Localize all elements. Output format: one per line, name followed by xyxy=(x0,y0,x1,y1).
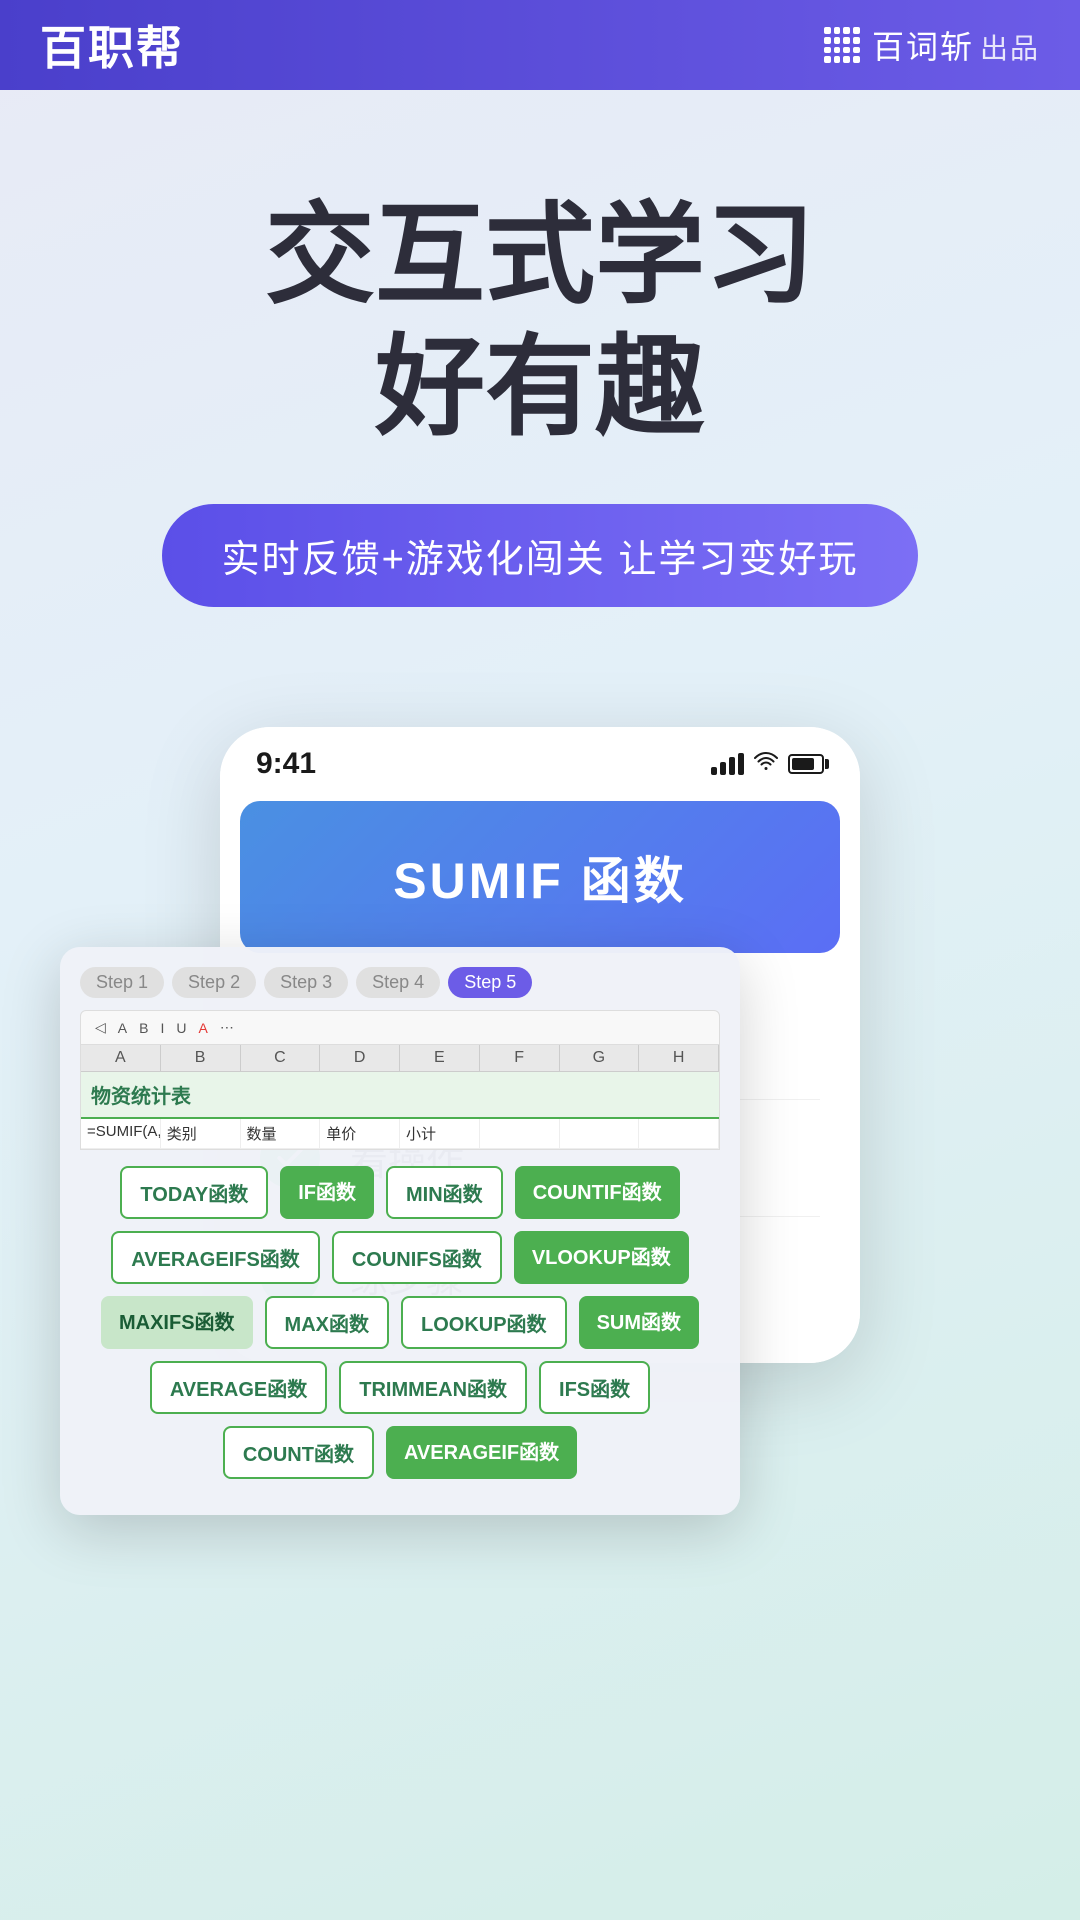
func-average: AVERAGE函数 xyxy=(150,1361,327,1414)
col-e: E xyxy=(400,1045,480,1071)
col-h: H xyxy=(639,1045,719,1071)
cell-a1: =SUMIF(A,A,A,A) xyxy=(81,1119,161,1148)
phone-status-icons xyxy=(711,751,824,777)
mockup-area: 9:41 SUMIF 函数 xyxy=(90,727,990,1627)
cell-h1 xyxy=(639,1119,719,1148)
excel-overlay-card: Step 1 Step 2 Step 3 Step 4 Step 5 ◁ A B… xyxy=(60,947,740,1515)
brand-name: 百词斩出品 xyxy=(872,22,1040,68)
cell-c1: 数量 xyxy=(241,1119,321,1148)
func-maxifs: MAXIFS函数 xyxy=(101,1296,253,1349)
cell-b1: 类别 xyxy=(161,1119,241,1148)
toolbar-font: A xyxy=(114,1018,131,1038)
func-if: IF函数 xyxy=(280,1166,374,1219)
hero-badge: 实时反馈+游戏化闯关 让学习变好玩 xyxy=(162,504,919,607)
func-lookup: LOOKUP函数 xyxy=(401,1296,567,1349)
func-averageifs: AVERAGEIFS函数 xyxy=(111,1231,320,1284)
excel-column-headers: A B C D E F G H xyxy=(81,1045,719,1072)
baicizhan-grid-icon xyxy=(824,27,860,63)
excel-row-1: =SUMIF(A,A,A,A) 类别 数量 单价 小计 xyxy=(81,1119,719,1149)
toolbar-back-btn: ◁ xyxy=(91,1017,110,1038)
phone-banner-text: SUMIF 函数 xyxy=(270,841,810,913)
phone-status-bar: 9:41 xyxy=(220,727,860,791)
cell-g1 xyxy=(560,1119,640,1148)
cell-f1 xyxy=(480,1119,560,1148)
func-count: COUNT函数 xyxy=(223,1426,374,1479)
cell-d1: 单价 xyxy=(320,1119,400,1148)
phone-time: 9:41 xyxy=(256,747,316,781)
func-counifs: COUNIFS函数 xyxy=(332,1231,502,1284)
col-f: F xyxy=(480,1045,560,1071)
func-sum: SUM函数 xyxy=(579,1296,699,1349)
hero-title: 交互式学习 好有趣 xyxy=(60,190,1020,454)
col-d: D xyxy=(320,1045,400,1071)
cell-e1: 小计 xyxy=(400,1119,480,1148)
app-header: 百职帮 百词斩出品 xyxy=(0,0,1080,90)
step-3: Step 3 xyxy=(264,967,348,998)
col-c: C xyxy=(241,1045,321,1071)
toolbar-fontcolor: A xyxy=(194,1018,211,1038)
steps-bar: Step 1 Step 2 Step 3 Step 4 Step 5 xyxy=(80,967,720,998)
step-1: Step 1 xyxy=(80,967,164,998)
app-logo: 百职帮 xyxy=(40,12,184,78)
func-trimmean: TRIMMEAN函数 xyxy=(339,1361,527,1414)
step-4: Step 4 xyxy=(356,967,440,998)
header-brand: 百词斩出品 xyxy=(824,22,1040,68)
battery-icon xyxy=(788,754,824,774)
step-5: Step 5 xyxy=(448,967,532,998)
func-ifs: IFS函数 xyxy=(539,1361,650,1414)
func-today: TODAY函数 xyxy=(120,1166,268,1219)
func-countif: COUNTIF函数 xyxy=(515,1166,680,1219)
excel-toolbar: ◁ A B I U A ⋯ xyxy=(80,1010,720,1045)
excel-spreadsheet: A B C D E F G H 物资统计表 =SUMIF(A,A,A,A) 类别… xyxy=(80,1045,720,1150)
func-vlookup: VLOOKUP函数 xyxy=(514,1231,689,1284)
phone-banner: SUMIF 函数 xyxy=(240,801,840,953)
toolbar-underline: U xyxy=(172,1018,190,1038)
toolbar-italic: I xyxy=(156,1018,168,1038)
func-max: MAX函数 xyxy=(265,1296,389,1349)
hero-section: 交互式学习 好有趣 实时反馈+游戏化闯关 让学习变好玩 xyxy=(0,90,1080,667)
step-2: Step 2 xyxy=(172,967,256,998)
toolbar-more: ⋯ xyxy=(216,1017,238,1038)
func-min: MIN函数 xyxy=(386,1166,503,1219)
func-averageif: AVERAGEIF函数 xyxy=(386,1426,577,1479)
col-b: B xyxy=(161,1045,241,1071)
excel-title: 物资统计表 xyxy=(81,1072,719,1119)
signal-icon xyxy=(711,753,744,775)
wifi-icon xyxy=(754,751,778,777)
col-a: A xyxy=(81,1045,161,1071)
function-cloud: TODAY函数 IF函数 MIN函数 COUNTIF函数 AVERAGEIFS函… xyxy=(80,1150,720,1495)
toolbar-bold: B xyxy=(135,1018,152,1038)
col-g: G xyxy=(560,1045,640,1071)
